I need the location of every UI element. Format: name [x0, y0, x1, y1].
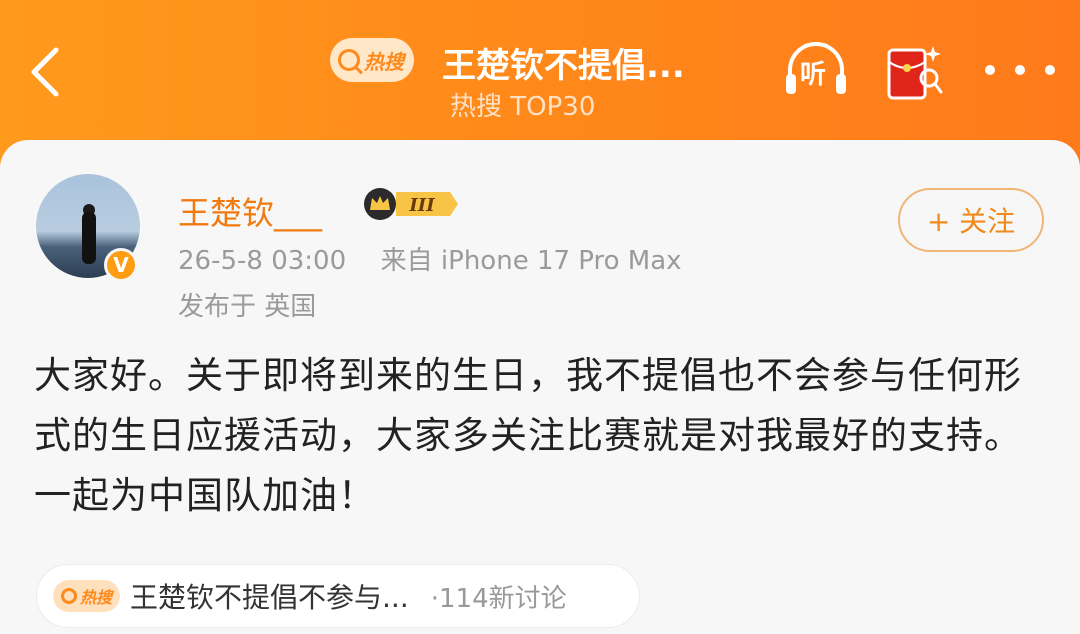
listen-button[interactable]: 听 — [782, 40, 850, 100]
avatar-person-body — [82, 212, 96, 264]
dot-icon — [985, 65, 995, 75]
hot-search-badge: 热搜 — [330, 38, 414, 82]
post-source: 来自 iPhone 17 Pro Max — [380, 246, 682, 276]
post-timestamp: 26-5-8 03:00 — [178, 246, 347, 276]
hot-topic-chip[interactable]: 热搜 王楚钦不提倡不参与... ·114新讨论 — [36, 564, 640, 628]
follow-button[interactable]: + 关注 — [898, 188, 1044, 252]
listen-label: 听 — [800, 60, 827, 90]
topic-title: 王楚钦不提倡不参与... — [130, 581, 409, 614]
red-packet-icon — [887, 46, 943, 100]
hot-search-badge: 热搜 — [53, 580, 121, 612]
page-subtitle: 热搜 TOP30 — [450, 92, 596, 122]
post-card: V 王楚钦___ III 26-5-8 03:00 来自 iPhone 17 P… — [0, 140, 1080, 634]
hot-search-label: 热搜 — [364, 49, 404, 74]
back-button[interactable] — [20, 42, 70, 102]
discussion-count: ·114新讨论 — [430, 583, 567, 614]
hot-search-title-group[interactable]: 热搜 王楚钦不提倡... 热搜 TOP30 — [330, 30, 800, 122]
more-options-button[interactable] — [985, 60, 1055, 80]
vip-crown-badge: III — [364, 188, 458, 220]
page-title: 王楚钦不提倡... — [442, 46, 685, 86]
post-text: 大家好。关于即将到来的生日，我不提倡也不会参与任何形式的生日应援活动，大家多关注… — [34, 354, 1022, 517]
hot-search-label: 热搜 — [80, 588, 113, 607]
vip-level-text: III — [408, 195, 435, 216]
search-icon — [338, 49, 360, 71]
red-packet-button[interactable] — [885, 40, 945, 104]
search-icon — [61, 588, 77, 604]
dot-icon — [1045, 65, 1055, 75]
back-arrow-icon — [31, 47, 59, 97]
username[interactable]: 王楚钦___ — [178, 188, 322, 234]
post-meta: 26-5-8 03:00 来自 iPhone 17 Pro Max — [178, 240, 682, 277]
dot-icon — [1015, 65, 1025, 75]
verified-badge: V — [104, 248, 138, 282]
post-location: 发布于 英国 — [178, 292, 317, 322]
